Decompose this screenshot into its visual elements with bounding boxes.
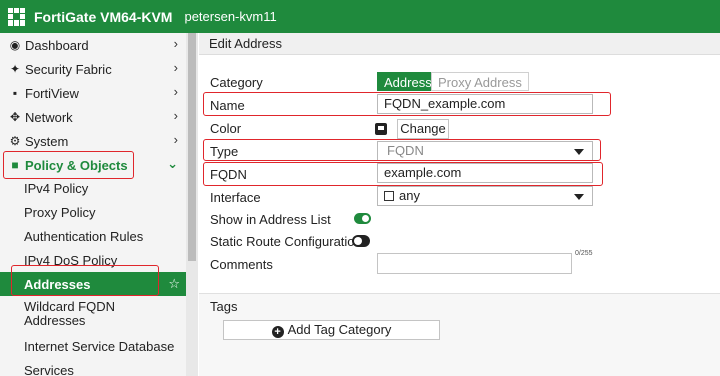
sidebar-subitem-label: Services xyxy=(24,362,74,376)
comments-label: Comments xyxy=(210,257,273,272)
sidebar-subitem-authentication-rules[interactable]: Authentication Rules xyxy=(0,224,186,248)
category-label: Category xyxy=(210,75,263,90)
sidebar-item-label: FortiView xyxy=(25,85,79,101)
sidebar-item-label: Policy & Objects xyxy=(25,157,128,173)
top-bar: FortiGate VM64-KVM petersen-kvm11 xyxy=(0,0,720,33)
sidebar-subitem-label: Addresses xyxy=(24,276,91,292)
show-in-address-list-toggle[interactable] xyxy=(354,213,371,224)
sidebar-subitem-services[interactable]: Services xyxy=(0,358,186,376)
fqdn-label: FQDN xyxy=(210,167,247,182)
sidebar-subitem-ipv4-dos-policy[interactable]: IPv4 DoS Policy xyxy=(0,248,186,272)
chevron-right-icon: › xyxy=(173,132,178,147)
type-select-value: FQDN xyxy=(387,143,424,158)
security-fabric-icon: ✦ xyxy=(9,62,21,76)
static-route-label: Static Route Configuration xyxy=(210,234,362,249)
add-tag-category-button[interactable]: + Add Tag Category xyxy=(223,320,440,340)
sidebar-item-label: Security Fabric xyxy=(25,61,112,77)
interface-icon xyxy=(384,191,394,201)
hostname: petersen-kvm11 xyxy=(184,9,277,24)
sidebar-item-network[interactable]: ✥ Network › xyxy=(0,105,186,129)
fortinet-logo-icon xyxy=(8,7,26,26)
name-label: Name xyxy=(210,98,245,113)
chevron-right-icon: › xyxy=(173,60,178,75)
interface-select[interactable]: any xyxy=(377,186,593,206)
sidebar-item-label: Network xyxy=(25,109,73,125)
comments-textarea[interactable] xyxy=(377,253,572,274)
type-select[interactable]: FQDN xyxy=(377,141,593,161)
tags-section: Tags + Add Tag Category xyxy=(199,294,720,376)
edit-address-panel: Edit Address Category Address Proxy Addr… xyxy=(199,33,720,376)
sidebar-subitem-label: Internet Service Database xyxy=(24,338,175,354)
type-label: Type xyxy=(210,144,239,159)
sidebar-item-system[interactable]: ⚙ System › xyxy=(0,129,186,153)
comments-char-counter: 0/255 xyxy=(575,250,593,257)
fqdn-input[interactable]: example.com xyxy=(377,163,593,183)
sidebar-subitem-label: Wildcard FQDN Addresses xyxy=(24,299,116,328)
tags-label: Tags xyxy=(210,299,238,314)
chevron-right-icon: › xyxy=(173,108,178,123)
sidebar: ◉ Dashboard › ✦ Security Fabric › ▪ Fort… xyxy=(0,33,198,376)
color-label: Color xyxy=(210,121,242,136)
color-swatch-icon xyxy=(375,123,387,135)
favorite-star-icon[interactable]: ☆ xyxy=(168,276,180,292)
sidebar-subitem-label: IPv4 Policy xyxy=(24,180,89,196)
sidebar-item-policy-objects[interactable]: ■ Policy & Objects ⌄ xyxy=(0,153,186,177)
sidebar-subitem-proxy-policy[interactable]: Proxy Policy xyxy=(0,200,186,224)
plus-circle-icon: + xyxy=(271,326,284,338)
category-option-proxy-address[interactable]: Proxy Address xyxy=(431,72,529,91)
sidebar-subitem-wildcard-fqdn[interactable]: Wildcard FQDN Addresses xyxy=(0,298,186,330)
interface-label: Interface xyxy=(210,190,261,205)
sidebar-item-label: Dashboard xyxy=(25,37,89,53)
chevron-down-icon: ⌄ xyxy=(167,156,178,171)
show-in-address-list-label: Show in Address List xyxy=(210,212,331,227)
static-route-toggle[interactable] xyxy=(352,235,370,247)
sidebar-subitem-ipv4-policy[interactable]: IPv4 Policy xyxy=(0,176,186,200)
name-input[interactable]: FQDN_example.com xyxy=(377,94,593,114)
policy-objects-icon: ■ xyxy=(11,158,19,172)
category-option-address[interactable]: Address xyxy=(377,72,439,91)
interface-select-value: any xyxy=(399,188,420,203)
chevron-right-icon: › xyxy=(173,84,178,99)
gear-icon: ⚙ xyxy=(9,134,21,148)
sidebar-item-security-fabric[interactable]: ✦ Security Fabric › xyxy=(0,57,186,81)
sidebar-subitem-addresses[interactable]: Addresses ☆ xyxy=(0,272,186,296)
app-title: FortiGate VM64-KVM xyxy=(34,8,173,25)
page-title: Edit Address xyxy=(199,33,720,55)
fortiview-icon: ▪ xyxy=(12,86,18,100)
sidebar-item-fortiview[interactable]: ▪ FortiView › xyxy=(0,81,186,105)
sidebar-item-dashboard[interactable]: ◉ Dashboard › xyxy=(0,33,186,57)
sidebar-item-label: System xyxy=(25,133,69,149)
color-change-button[interactable]: Change xyxy=(397,119,449,139)
sidebar-subitem-label: IPv4 DoS Policy xyxy=(24,252,118,268)
sidebar-subitem-internet-service-db[interactable]: Internet Service Database xyxy=(0,334,186,358)
caret-down-icon xyxy=(574,194,584,200)
dashboard-icon: ◉ xyxy=(9,38,21,52)
sidebar-subitem-label: Authentication Rules xyxy=(24,228,144,244)
add-tag-category-label: Add Tag Category xyxy=(287,322,392,337)
sidebar-scroll-thumb[interactable] xyxy=(188,33,196,261)
sidebar-subitem-label: Proxy Policy xyxy=(24,204,96,220)
caret-down-icon xyxy=(574,149,584,155)
chevron-right-icon: › xyxy=(173,36,178,51)
network-icon: ✥ xyxy=(9,110,21,124)
